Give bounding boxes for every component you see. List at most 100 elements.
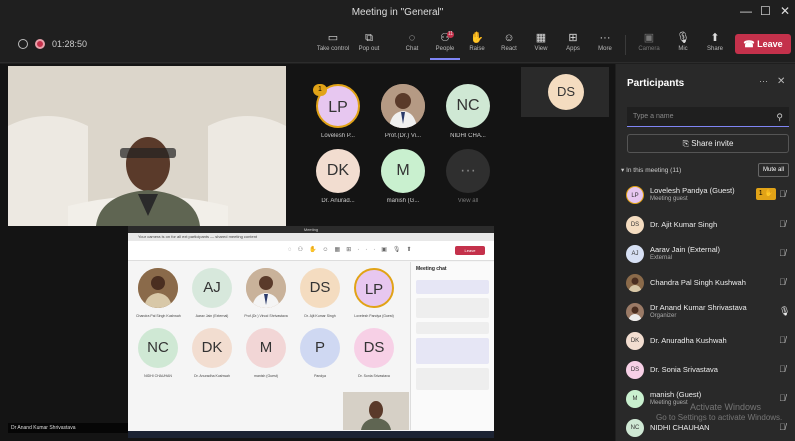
react-icon: ☺	[503, 32, 515, 44]
avatar	[138, 268, 178, 308]
avatar: DS	[626, 216, 644, 234]
avatar: M	[626, 390, 644, 408]
mic-off-icon: 🎙̸	[779, 248, 786, 258]
participant-row[interactable]: Dr Anand Kumar Shrivastava Organizer 🎙	[626, 299, 791, 325]
popout-icon: ⧉	[365, 32, 373, 44]
react-button[interactable]: ☺ React	[494, 30, 524, 60]
chat-message	[416, 338, 489, 364]
chat-button[interactable]: ◌ Chat	[397, 30, 427, 60]
shared-toolbar: ◌⚇✋☺▦⊞···▣🎙⬆ Leave	[128, 241, 494, 261]
in-meeting-header[interactable]: ▾ In this meeting (11)	[621, 166, 681, 174]
shield-icon	[18, 39, 28, 49]
presenter-video-image	[8, 66, 286, 226]
close-panel-icon[interactable]: ✕	[777, 76, 785, 87]
shared-tile: Mmanish (Guest)	[244, 328, 288, 378]
participant-row[interactable]: LP Lovelesh Pandya (Guest) Meeting guest…	[626, 182, 791, 208]
participants-panel: Participants ··· ✕ Type a name ⚲ ⎘ Share…	[616, 64, 795, 441]
share-invite-button[interactable]: ⎘ Share invite	[627, 134, 789, 153]
mic-button[interactable]: 🎙 Mic	[668, 30, 698, 60]
more-button[interactable]: ··· More	[590, 30, 620, 60]
mic-off-icon: 🎙̸	[779, 277, 786, 287]
profile-photo	[138, 268, 178, 308]
control-icon: ▭	[327, 32, 339, 44]
shared-self-view	[343, 392, 409, 430]
shared-tile: NC NIDHI CHAUHAN	[136, 328, 180, 378]
more-options-icon[interactable]: ···	[759, 76, 768, 86]
view-all-button[interactable]: ··· View all	[443, 149, 493, 204]
avatar	[626, 274, 644, 292]
mute-all-button[interactable]: Mute all	[758, 163, 789, 177]
meeting-toolbar: 01:28:50 ▭ Take control ⧉ Pop out ◌ Chat ⚇ 1…	[0, 27, 795, 63]
self-view-image	[343, 392, 409, 430]
people-button[interactable]: ⚇ 11 People	[430, 30, 460, 60]
chat-icon: ◌	[408, 32, 416, 44]
shared-taskbar	[128, 431, 494, 438]
tile-name: Prof.(Dr.) Vi...	[384, 133, 422, 139]
share-icon: ⬆	[710, 32, 720, 44]
shared-screen[interactable]: Meeting Your camera is on for all ext pa…	[128, 226, 494, 438]
meeting-timer: 01:28:50	[52, 39, 88, 49]
shared-tile: AJ Aarav Jain (External)	[190, 268, 234, 318]
participant-row[interactable]: AJ Aarav Jain (External) External 🎙̸	[626, 241, 791, 267]
shared-tile: LP Lovelesh Pandya (Guest)	[352, 268, 396, 318]
stage-tile-lp[interactable]: LP 1 Lovelesh P...	[313, 84, 363, 139]
people-badge: 11	[447, 31, 454, 38]
participant-row[interactable]: Chandra Pal Singh Kushwah 🎙̸	[626, 270, 791, 296]
tile-name: manish (G...	[386, 198, 420, 204]
pop-out-button[interactable]: ⧉ Pop out	[354, 30, 384, 60]
panel-title: Participants	[627, 78, 685, 89]
profile-photo	[628, 306, 642, 321]
minimize-icon[interactable]: —	[740, 4, 752, 18]
raise-hand-button[interactable]: ✋ Raise	[462, 30, 492, 60]
avatar	[626, 303, 644, 321]
mic-on-icon: 🎙	[779, 306, 791, 316]
camera-button[interactable]: ▣ Camera	[634, 30, 664, 60]
close-icon[interactable]: ✕	[780, 4, 790, 18]
more-icon: ···	[599, 32, 611, 44]
raised-hand-badge: 1 ✋	[756, 188, 776, 200]
stage-tile-m[interactable]: M manish (G...	[378, 149, 428, 204]
stage-tile-dk[interactable]: DK Dr. Anurad...	[313, 149, 363, 204]
raised-hand-badge: 1	[313, 84, 327, 96]
profile-photo	[381, 84, 425, 128]
stage-tile-prof[interactable]: Prof.(Dr.) Vi...	[378, 84, 428, 139]
shared-leave-button: Leave	[455, 246, 485, 255]
stage-tile-nc[interactable]: NC NIDHI CHA...	[443, 84, 493, 139]
chat-attachment	[416, 368, 489, 390]
hand-icon: ✋	[470, 32, 484, 44]
chat-message	[416, 322, 489, 334]
participant-row[interactable]: DS Dr. Ajit Kumar Singh 🎙̸	[626, 212, 791, 238]
maximize-icon[interactable]: ☐	[760, 4, 771, 18]
search-input[interactable]: Type a name ⚲	[627, 107, 789, 127]
share-button[interactable]: ⬆ Share	[700, 30, 730, 60]
shared-notice: Your camera is on for all ext participan…	[128, 233, 494, 241]
search-icon: ⚲	[776, 112, 783, 122]
people-icon: ⚇	[440, 32, 450, 44]
window-title: Meeting in "General"	[351, 7, 444, 18]
mic-off-icon: 🎙̸	[779, 393, 786, 403]
view-button[interactable]: ▦ View	[526, 30, 556, 60]
apps-icon: ⊞	[568, 32, 578, 44]
phone-icon: ☎	[743, 39, 758, 49]
avatar: M	[381, 149, 425, 193]
apps-button[interactable]: ⊞ Apps	[558, 30, 588, 60]
avatar: LP	[626, 186, 644, 204]
participant-row[interactable]: DK Dr. Anuradha Kushwah 🎙̸	[626, 328, 791, 354]
tile-name: View all	[457, 198, 479, 204]
view-icon: ▦	[535, 32, 547, 44]
more-icon: ···	[446, 149, 490, 193]
toolbar-divider	[625, 35, 626, 55]
participant-row[interactable]: DS Dr. Sonia Srivastava 🎙̸	[626, 357, 791, 383]
search-placeholder: Type a name	[633, 113, 674, 120]
stage-tile-ds[interactable]: DS	[521, 67, 609, 117]
activation-watermark-title: Activate Windows	[690, 402, 762, 412]
leave-button[interactable]: ☎ Leave	[735, 34, 791, 54]
mic-off-icon: 🎙̸	[779, 219, 786, 229]
camera-off-icon: ▣	[643, 32, 655, 44]
avatar: AJ	[626, 245, 644, 263]
presenter-video[interactable]	[8, 66, 286, 226]
take-control-button[interactable]: ▭ Take control	[317, 30, 349, 60]
tile-name: NIDHI CHA...	[450, 133, 486, 139]
avatar: DS	[548, 74, 584, 110]
mic-off-icon: 🎙	[676, 32, 690, 44]
